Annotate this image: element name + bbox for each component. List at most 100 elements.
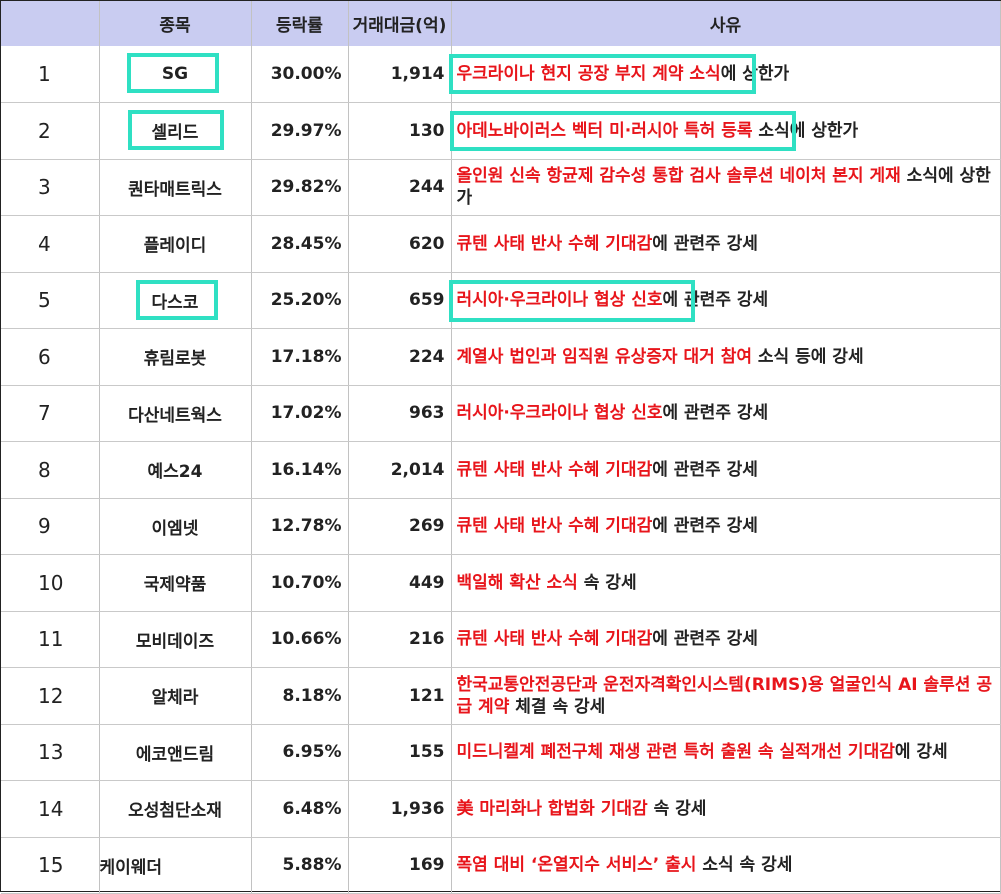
rank-cell: 14 xyxy=(1,780,100,838)
stock-name-cell: 모비데이즈 xyxy=(99,611,252,668)
table-row: 4 플레이디 28.45% 620 큐텐 사태 반사 수혜 기대감에 관련주 강세 xyxy=(1,215,1001,273)
table-row: 9 이엠넷 12.78% 269 큐텐 사태 반사 수혜 기대감에 관련주 강세 xyxy=(1,498,1001,555)
table-row: 8 예스24 16.14% 2,014 큐텐 사태 반사 수혜 기대감에 관련주 강세 xyxy=(1,441,1001,499)
rate-cell: 29.82% xyxy=(251,159,349,216)
reason-suffix-text: 에 상한가 xyxy=(720,64,790,84)
amount-cell: 620 xyxy=(348,215,452,273)
rate-cell: 10.66% xyxy=(251,611,349,668)
reason-suffix-text: 소식에 상한가 xyxy=(752,120,859,141)
table-row: 7 다산네트웍스 17.02% 963 러시아·우크라이나 협상 신호에 관련주 강세 xyxy=(1,385,1001,442)
rank-cell: 15 xyxy=(1,837,100,894)
reason-cell: 백일해 확산 소식 속 강세 xyxy=(451,554,1001,612)
table-row: 5 다스코 25.20% 659 러시아·우크라이나 협상 신호에 관련주 강세 xyxy=(1,272,1001,329)
rate-cell: 10.70% xyxy=(251,554,349,612)
reason-cell: 러시아·우크라이나 협상 신호에 관련주 강세 xyxy=(451,385,1001,442)
reason-cell: 올인원 신속 항균제 감수성 통합 검사 솔루션 네이처 본지 게재 소식에 상… xyxy=(451,159,1001,216)
stock-name-cell: 국제약품 xyxy=(99,554,252,612)
rate-cell: 28.45% xyxy=(251,215,349,273)
stock-name-cell: 다스코 xyxy=(99,272,252,329)
header-rank xyxy=(1,1,100,46)
reason-suffix-text: 소식 속 강세 xyxy=(696,855,793,876)
amount-cell: 224 xyxy=(348,328,452,386)
stock-table-container: 종목 등락률 거래대금(억) 사유 1 SG 30.00% 1,914 우크라이나 현지… xyxy=(0,0,1001,894)
table-row: 13 에코앤드림 6.95% 155 미드니켈계 폐전구체 재생 관련 특허 출원 속 … xyxy=(1,724,1001,781)
reason-highlight-text: 아데노바이러스 벡터 미·러시아 특허 등록 xyxy=(456,120,753,141)
reason-highlight-text: 러시아·우크라이나 협상 신호 xyxy=(456,403,663,424)
table-row: 3 퀀타매트릭스 29.82% 244 올인원 신속 항균제 감수성 통합 검사 솔루션… xyxy=(1,159,1001,216)
reason-cell: 아데노바이러스 벡터 미·러시아 특허 등록 소식에 상한가 xyxy=(451,102,1001,160)
rank-cell: 6 xyxy=(1,328,100,386)
rate-cell: 12.78% xyxy=(251,498,349,555)
stock-name-cell: 휴림로봇 xyxy=(99,328,252,386)
table-row: 12 알체라 8.18% 121 한국교통안전공단과 운전자격확인시스템(RIMS)용 … xyxy=(1,667,1001,725)
amount-cell: 1,936 xyxy=(348,780,452,838)
stock-name-cell: 셀리드 xyxy=(99,102,252,160)
amount-cell: 269 xyxy=(348,498,452,555)
reason-cell: 폭염 대비 ‘온열지수 서비스’ 출시 소식 속 강세 xyxy=(451,837,1001,894)
stock-name-cell: 오성첨단소재 xyxy=(99,780,252,838)
amount-cell: 2,014 xyxy=(348,441,452,499)
rate-cell: 16.14% xyxy=(251,441,349,499)
rate-cell: 8.18% xyxy=(251,667,349,725)
reason-cell: 러시아·우크라이나 협상 신호에 관련주 강세 xyxy=(451,272,1001,329)
rank-cell: 2 xyxy=(1,102,100,160)
stock-name-cell: 에코앤드림 xyxy=(99,724,252,781)
rank-cell: 10 xyxy=(1,554,100,612)
reason-cell: 한국교통안전공단과 운전자격확인시스템(RIMS)용 얼굴인식 AI 솔루션 공… xyxy=(451,667,1001,725)
rate-cell: 25.20% xyxy=(251,272,349,329)
reason-suffix-text: 에 관련주 강세 xyxy=(652,459,758,480)
rate-cell: 6.95% xyxy=(251,724,349,781)
reason-highlight-text: 백일해 확산 소식 xyxy=(456,572,578,593)
reason-highlight-text: 큐텐 사태 반사 수혜 기대감 xyxy=(456,233,653,254)
amount-cell: 121 xyxy=(348,667,452,725)
reason-suffix-text: 에 관련주 강세 xyxy=(652,629,758,650)
amount-cell: 963 xyxy=(348,385,452,442)
reason-cell: 큐텐 사태 반사 수혜 기대감에 관련주 강세 xyxy=(451,441,1001,499)
rate-cell: 30.00% xyxy=(251,46,349,103)
stock-name-cell: 알체라 xyxy=(99,667,252,725)
table-header-row: 종목 등락률 거래대금(억) 사유 xyxy=(1,1,1001,46)
rank-cell: 9 xyxy=(1,498,100,555)
stock-name-cell: 이엠넷 xyxy=(99,498,252,555)
amount-cell: 130 xyxy=(348,102,452,160)
rank-cell: 5 xyxy=(1,272,100,329)
table-row: 10 국제약품 10.70% 449 백일해 확산 소식 속 강세 xyxy=(1,554,1001,612)
reason-highlight-text: 우크라이나 현지 공장 부지 계약 소식 xyxy=(456,64,721,84)
rank-cell: 7 xyxy=(1,385,100,442)
reason-cell: 큐텐 사태 반사 수혜 기대감에 관련주 강세 xyxy=(451,611,1001,668)
table-row: 11 모비데이즈 10.66% 216 큐텐 사태 반사 수혜 기대감에 관련주 강세 xyxy=(1,611,1001,668)
reason-highlight-text: 美 마리화나 합법화 기대감 xyxy=(456,798,648,819)
table-row: 2 셀리드 29.97% 130 아데노바이러스 벡터 미·러시아 특허 등록 소식에 … xyxy=(1,102,1001,160)
stock-name-cell: 플레이디 xyxy=(99,215,252,273)
reason-suffix-text: 에 관련주 강세 xyxy=(662,290,769,311)
reason-highlight-text: 폭염 대비 ‘온열지수 서비스’ 출시 xyxy=(456,855,697,876)
rank-cell: 4 xyxy=(1,215,100,273)
reason-highlight-text: 러시아·우크라이나 협상 신호 xyxy=(456,290,663,311)
reason-cell: 큐텐 사태 반사 수혜 기대감에 관련주 강세 xyxy=(451,498,1001,555)
reason-suffix-text: 에 관련주 강세 xyxy=(652,516,758,537)
table-row: 15 케이웨더 5.88% 169 폭염 대비 ‘온열지수 서비스’ 출시 소식 속 강… xyxy=(1,837,1001,894)
reason-cell: 미드니켈계 폐전구체 재생 관련 특허 출원 속 실적개선 기대감에 강세 xyxy=(451,724,1001,781)
reason-suffix-text: 에 관련주 강세 xyxy=(662,403,769,424)
reason-highlight-text: 큐텐 사태 반사 수혜 기대감 xyxy=(456,516,653,537)
reason-cell: 계열사 법인과 임직원 유상증자 대거 참여 소식 등에 강세 xyxy=(451,328,1001,386)
table-row: 1 SG 30.00% 1,914 우크라이나 현지 공장 부지 계약 소식에 상한가 xyxy=(1,46,1001,103)
reason-highlight-text: 큐텐 사태 반사 수혜 기대감 xyxy=(456,459,653,480)
header-amount: 거래대금(억) xyxy=(348,1,452,46)
rank-cell: 3 xyxy=(1,159,100,216)
stock-name-cell: 퀀타매트릭스 xyxy=(99,159,252,216)
reason-suffix-text: 속 강세 xyxy=(577,572,637,593)
rank-cell: 8 xyxy=(1,441,100,499)
reason-highlight-text: 큐텐 사태 반사 수혜 기대감 xyxy=(456,629,653,650)
reason-suffix-text: 에 관련주 강세 xyxy=(652,233,758,254)
table-row: 6 휴림로봇 17.18% 224 계열사 법인과 임직원 유상증자 대거 참여 소식 … xyxy=(1,328,1001,386)
stock-table: 종목 등락률 거래대금(억) 사유 1 SG 30.00% 1,914 우크라이나 현지… xyxy=(1,1,1001,894)
header-reason: 사유 xyxy=(451,1,1001,46)
rank-cell: 13 xyxy=(1,724,100,781)
rate-cell: 17.18% xyxy=(251,328,349,386)
rank-cell: 12 xyxy=(1,667,100,725)
reason-highlight-text: 미드니켈계 폐전구체 재생 관련 특허 출원 속 실적개선 기대감 xyxy=(456,742,895,763)
reason-highlight-text: 계열사 법인과 임직원 유상증자 대거 참여 xyxy=(456,346,752,367)
reason-suffix-text: 에 강세 xyxy=(894,742,948,763)
rate-cell: 17.02% xyxy=(251,385,349,442)
